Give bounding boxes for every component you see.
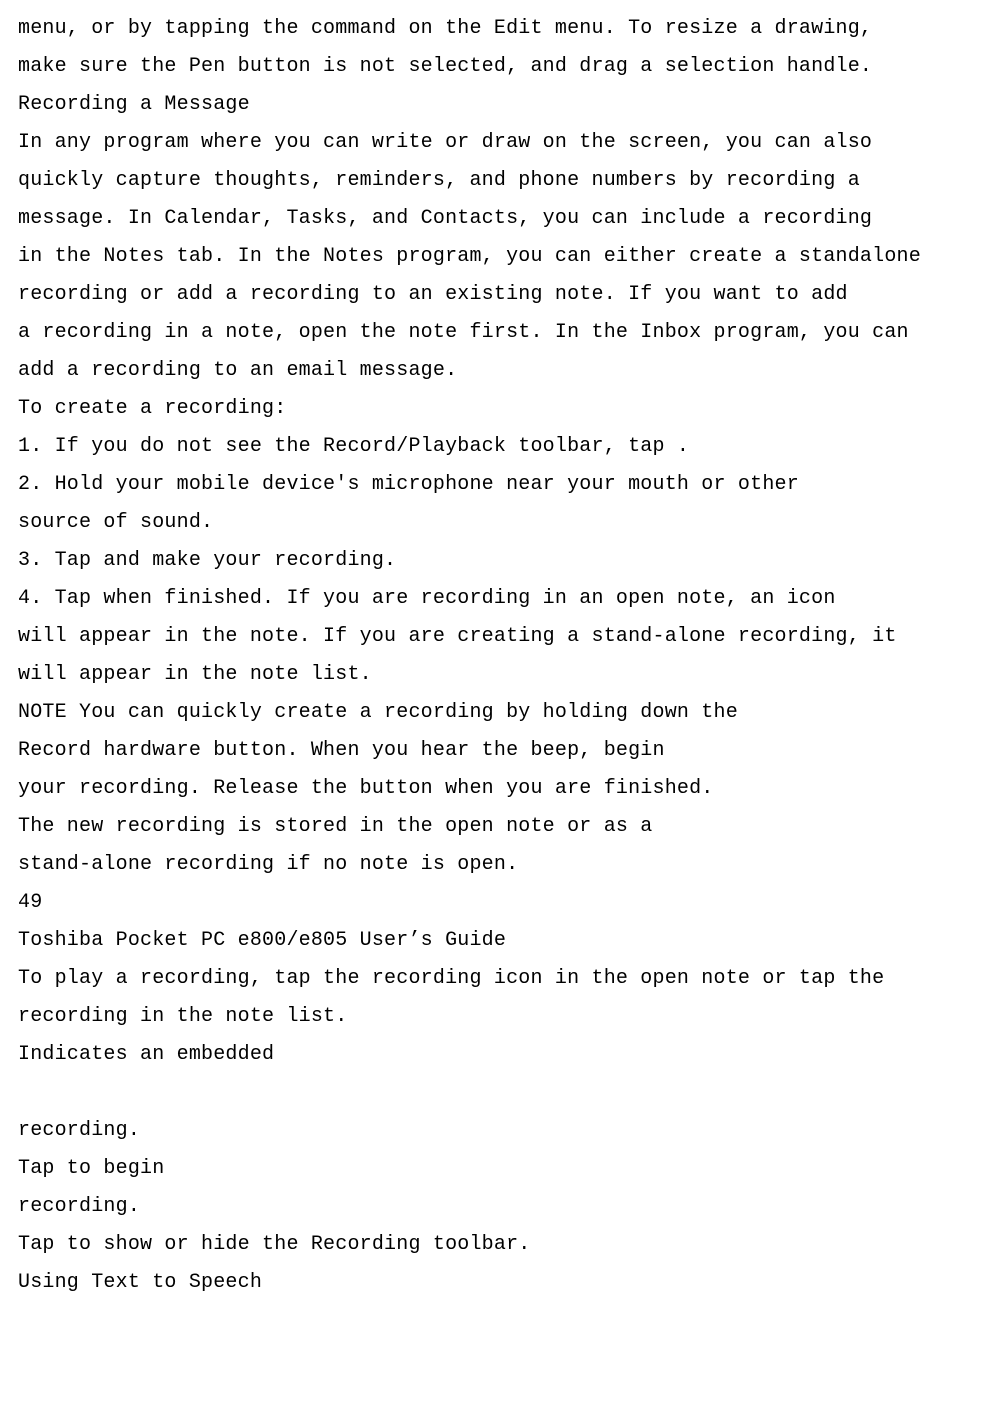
note-line: The new recording is stored in the open … <box>18 808 984 846</box>
list-item: 2. Hold your mobile device's microphone … <box>18 466 984 504</box>
guide-title: Toshiba Pocket PC e800/e805 User’s Guide <box>18 922 984 960</box>
text-line: To play a recording, tap the recording i… <box>18 960 984 998</box>
caption-line: recording. <box>18 1188 984 1226</box>
text-line: add a recording to an email message. <box>18 352 984 390</box>
note-line: NOTE You can quickly create a recording … <box>18 694 984 732</box>
caption-line: Tap to show or hide the Recording toolba… <box>18 1226 984 1264</box>
blank-line <box>18 1074 984 1112</box>
note-line: your recording. Release the button when … <box>18 770 984 808</box>
text-line: In any program where you can write or dr… <box>18 124 984 162</box>
text-line: menu, or by tapping the command on the E… <box>18 10 984 48</box>
text-line: source of sound. <box>18 504 984 542</box>
text-line: message. In Calendar, Tasks, and Contact… <box>18 200 984 238</box>
text-line: To create a recording: <box>18 390 984 428</box>
text-line: make sure the Pen button is not selected… <box>18 48 984 86</box>
list-item: 1. If you do not see the Record/Playback… <box>18 428 984 466</box>
text-line: recording or add a recording to an exist… <box>18 276 984 314</box>
text-line: recording in the note list. <box>18 998 984 1036</box>
caption-line: recording. <box>18 1112 984 1150</box>
text-line: quickly capture thoughts, reminders, and… <box>18 162 984 200</box>
note-line: stand-alone recording if no note is open… <box>18 846 984 884</box>
text-line: in the Notes tab. In the Notes program, … <box>18 238 984 276</box>
text-line: will appear in the note. If you are crea… <box>18 618 984 656</box>
note-line: Record hardware button. When you hear th… <box>18 732 984 770</box>
page-number: 49 <box>18 884 984 922</box>
section-heading: Using Text to Speech <box>18 1264 984 1302</box>
text-line: will appear in the note list. <box>18 656 984 694</box>
caption-line: Indicates an embedded <box>18 1036 984 1074</box>
text-line: a recording in a note, open the note fir… <box>18 314 984 352</box>
list-item: 4. Tap when finished. If you are recordi… <box>18 580 984 618</box>
caption-line: Tap to begin <box>18 1150 984 1188</box>
document-body: menu, or by tapping the command on the E… <box>18 10 984 1302</box>
section-heading: Recording a Message <box>18 86 984 124</box>
list-item: 3. Tap and make your recording. <box>18 542 984 580</box>
